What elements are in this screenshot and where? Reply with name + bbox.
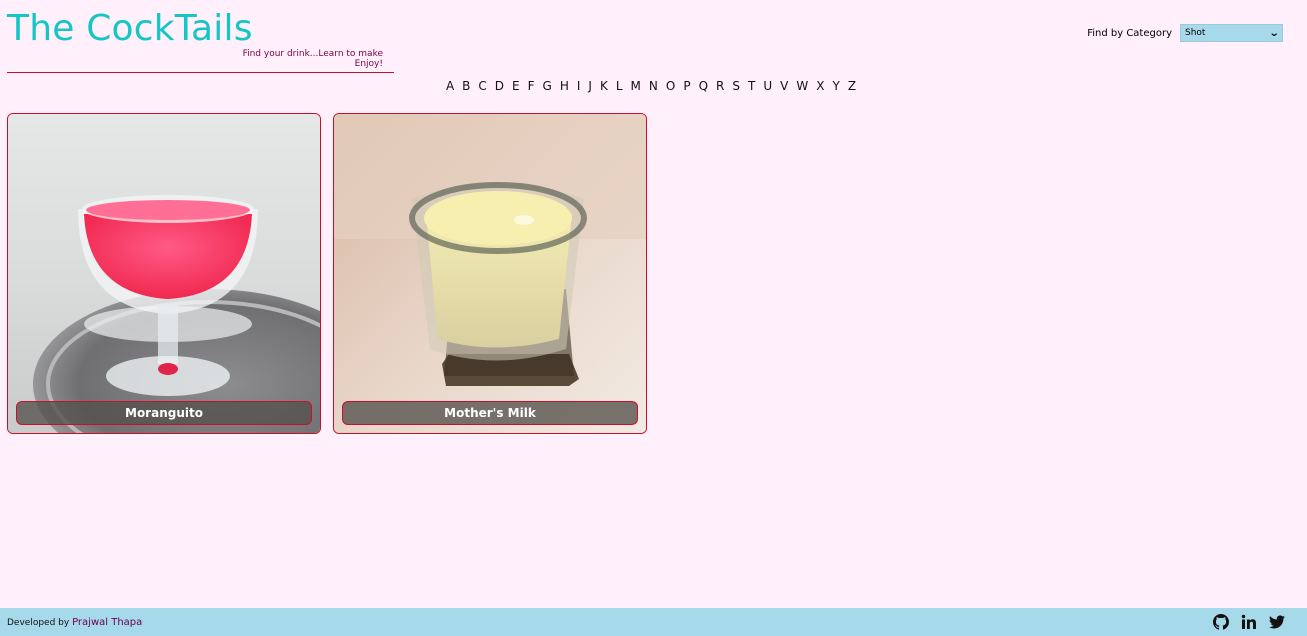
letter-link-l[interactable]: L [612, 79, 627, 93]
letter-link-c[interactable]: C [474, 79, 490, 93]
letter-link-a[interactable]: A [442, 79, 458, 93]
cocktail-card[interactable]: Moranguito [7, 113, 321, 434]
letter-link-m[interactable]: M [627, 79, 645, 93]
category-selected-value: Shot [1185, 28, 1206, 38]
developer-credit: Developed by Prajwal Thapa [7, 617, 142, 628]
letter-link-f[interactable]: F [524, 79, 539, 93]
author-link[interactable]: Prajwal Thapa [72, 617, 142, 628]
category-filter: Find by Category Shot ⌄ [1087, 24, 1283, 42]
letter-link-x[interactable]: X [812, 79, 828, 93]
letter-link-v[interactable]: V [776, 79, 792, 93]
social-links [1213, 614, 1285, 630]
letter-link-e[interactable]: E [508, 79, 524, 93]
site-title[interactable]: The CockTails [7, 8, 253, 50]
cocktail-name: Mother's Milk [342, 401, 638, 425]
category-label: Find by Category [1087, 27, 1172, 39]
letter-nav: ABCDEFGHIJKLMNOPQRSTUVWXYZ [0, 79, 1307, 93]
letter-link-i[interactable]: I [573, 79, 585, 93]
letter-link-u[interactable]: U [759, 79, 776, 93]
letter-link-o[interactable]: O [662, 79, 679, 93]
letter-link-p[interactable]: P [679, 79, 694, 93]
cocktail-card[interactable]: Mother's Milk [333, 113, 647, 434]
letter-link-d[interactable]: D [491, 79, 508, 93]
github-icon[interactable] [1213, 614, 1229, 630]
letter-link-k[interactable]: K [596, 79, 612, 93]
letter-link-b[interactable]: B [458, 79, 474, 93]
cocktail-grid: Moranguito Mother's Milk [7, 113, 647, 434]
tagline-line-2: Enjoy! [354, 59, 383, 69]
developed-by-label: Developed by [7, 617, 70, 628]
tagline-line-1: Find your drink...Learn to make [242, 49, 383, 59]
footer: Developed by Prajwal Thapa [0, 608, 1307, 636]
linkedin-icon[interactable] [1241, 614, 1257, 630]
letter-link-j[interactable]: J [584, 79, 596, 93]
cocktail-image [8, 114, 320, 433]
letter-link-r[interactable]: R [712, 79, 728, 93]
cocktail-image [334, 114, 646, 433]
letter-link-q[interactable]: Q [695, 79, 712, 93]
letter-link-g[interactable]: G [539, 79, 556, 93]
letter-link-y[interactable]: Y [828, 79, 843, 93]
site-tagline: Find your drink...Learn to make Enjoy! [243, 49, 383, 69]
letter-link-t[interactable]: T [744, 79, 759, 93]
letter-link-s[interactable]: S [728, 79, 744, 93]
twitter-icon[interactable] [1269, 614, 1285, 630]
letter-link-z[interactable]: Z [844, 79, 860, 93]
letter-link-w[interactable]: W [792, 79, 812, 93]
cocktail-name: Moranguito [16, 401, 312, 425]
chevron-down-icon: ⌄ [1268, 27, 1280, 39]
letter-link-n[interactable]: N [645, 79, 662, 93]
brand-header: The CockTails Find your drink...Learn to… [7, 8, 394, 73]
category-select[interactable]: Shot ⌄ [1180, 24, 1283, 42]
letter-link-h[interactable]: H [556, 79, 573, 93]
letter-list: ABCDEFGHIJKLMNOPQRSTUVWXYZ [442, 79, 860, 93]
